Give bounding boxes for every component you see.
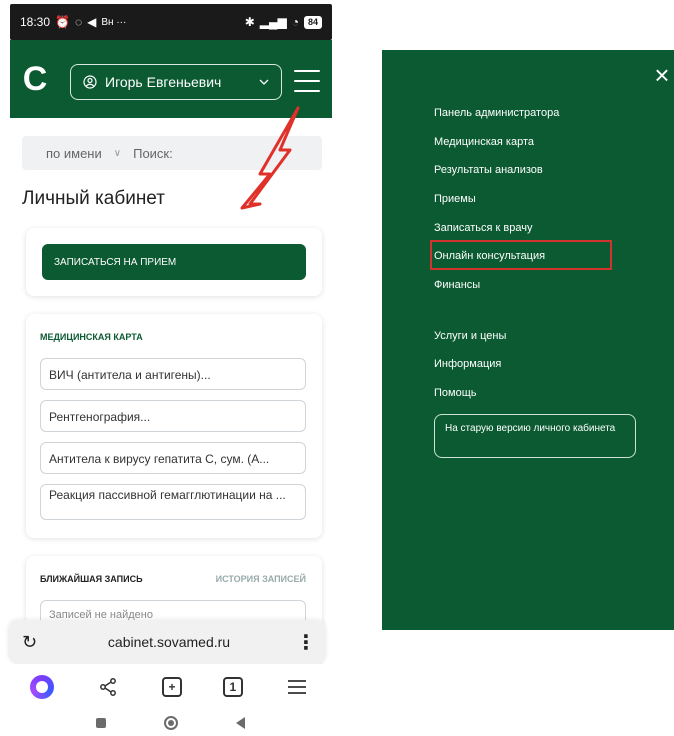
status-time: 18:30 bbox=[20, 15, 51, 29]
back-button[interactable] bbox=[235, 717, 245, 729]
medical-card: МЕДИЦИНСКАЯ КАРТА ВИЧ (антитела и антиге… bbox=[26, 314, 322, 538]
recents-button[interactable] bbox=[95, 718, 106, 728]
alice-assistant-icon[interactable] bbox=[30, 675, 55, 699]
status-bar: 18:30 ⏰ ◌ ◀ Bн ··· ✱ ▂▄▆ ◔ 84 bbox=[10, 4, 332, 40]
medical-record-item[interactable]: Реакция пассивной гемагглютинации на ... bbox=[40, 484, 306, 520]
burger-line bbox=[294, 80, 320, 82]
status-right: ✱ ▂▄▆ ◔ 84 bbox=[245, 15, 322, 29]
menu-item-finances[interactable]: Финансы bbox=[434, 279, 480, 291]
new-tab-icon[interactable]: + bbox=[161, 677, 182, 697]
status-extra: Bн ··· bbox=[101, 16, 127, 28]
wifi-icon: ◔ bbox=[291, 15, 299, 29]
appointment-history-link[interactable]: ИСТОРИЯ ЗАПИСЕЙ bbox=[216, 574, 306, 584]
menu-item-admin-panel[interactable]: Панель администратора bbox=[434, 107, 559, 119]
search-bar[interactable]: по имени ∨ Поиск: bbox=[22, 136, 322, 170]
app-header: C Игорь Евгеньевич bbox=[10, 40, 332, 118]
medical-record-item[interactable]: Рентгенография... bbox=[40, 400, 306, 432]
next-appointment-heading: БЛИЖАЙШАЯ ЗАПИСЬ bbox=[40, 574, 143, 584]
browser-toolbar: + 1 bbox=[0, 664, 340, 710]
medical-card-heading: МЕДИЦИНСКАЯ КАРТА bbox=[40, 332, 143, 342]
signal-icon: ▂▄▆ bbox=[259, 15, 287, 29]
menu-item-medical-card[interactable]: Медицинская карта bbox=[434, 136, 534, 148]
sovamed-logo[interactable]: C bbox=[20, 62, 50, 96]
bluetooth-icon: ✱ bbox=[244, 15, 255, 29]
browser-menu-icon[interactable] bbox=[284, 674, 310, 700]
side-menu-panel: × Панель администратора Медицинская карт… bbox=[382, 50, 674, 630]
phone-screen: 18:30 ⏰ ◌ ◀ Bн ··· ✱ ▂▄▆ ◔ 84 C Игорь Ев… bbox=[0, 0, 340, 736]
battery-icon: 84 bbox=[303, 15, 322, 29]
telegram-icon: ◀ bbox=[87, 15, 97, 29]
medical-record-item[interactable]: ВИЧ (антитела и антигены)... bbox=[40, 358, 306, 390]
url-text[interactable]: cabinet.sovamed.ru bbox=[42, 634, 296, 650]
chevron-down-icon bbox=[259, 79, 269, 85]
share-icon[interactable] bbox=[95, 674, 121, 700]
browser-address-bar[interactable]: ↻ cabinet.sovamed.ru ⋮ bbox=[8, 620, 326, 664]
menu-item-information[interactable]: Информация bbox=[434, 358, 501, 370]
user-icon bbox=[83, 75, 97, 89]
alarm-icon: ⏰ bbox=[55, 15, 70, 29]
menu-item-appointments[interactable]: Приемы bbox=[434, 193, 476, 205]
hamburger-menu-button[interactable] bbox=[294, 70, 320, 92]
red-highlight-box bbox=[430, 240, 612, 270]
appointment-card: ЗАПИСАТЬСЯ НА ПРИЕМ bbox=[26, 228, 322, 296]
tabs-count-icon[interactable]: 1 bbox=[222, 677, 243, 697]
close-icon[interactable]: × bbox=[650, 62, 674, 88]
page-title: Личный кабинет bbox=[22, 188, 165, 209]
menu-item-test-results[interactable]: Результаты анализов bbox=[434, 164, 543, 176]
book-appointment-button[interactable]: ЗАПИСАТЬСЯ НА ПРИЕМ bbox=[42, 244, 306, 280]
home-button[interactable] bbox=[163, 716, 178, 730]
menu-item-book-doctor[interactable]: Записаться к врачу bbox=[434, 222, 532, 234]
menu-item-help[interactable]: Помощь bbox=[434, 387, 477, 399]
old-version-button[interactable]: На старую версию личного кабинета bbox=[434, 414, 636, 458]
search-input[interactable]: Поиск: bbox=[133, 146, 173, 161]
whatsapp-icon: ◌ bbox=[74, 15, 83, 29]
menu-item-services-prices[interactable]: Услуги и цены bbox=[434, 330, 506, 342]
user-select[interactable]: Игорь Евгеньевич bbox=[70, 64, 282, 100]
chevron-down-icon: ∨ bbox=[113, 147, 122, 159]
more-vertical-icon[interactable]: ⋮ bbox=[296, 630, 316, 655]
user-name: Игорь Евгеньевич bbox=[105, 74, 222, 90]
burger-line bbox=[294, 90, 320, 92]
reload-icon[interactable]: ↻ bbox=[22, 632, 42, 653]
sort-select[interactable]: по имени bbox=[46, 146, 102, 161]
status-left: 18:30 ⏰ ◌ ◀ Bн ··· bbox=[20, 15, 126, 29]
android-nav-bar bbox=[0, 710, 340, 736]
burger-line bbox=[294, 70, 320, 72]
medical-record-item[interactable]: Антитела к вирусу гепатита С, сум. (А... bbox=[40, 442, 306, 474]
